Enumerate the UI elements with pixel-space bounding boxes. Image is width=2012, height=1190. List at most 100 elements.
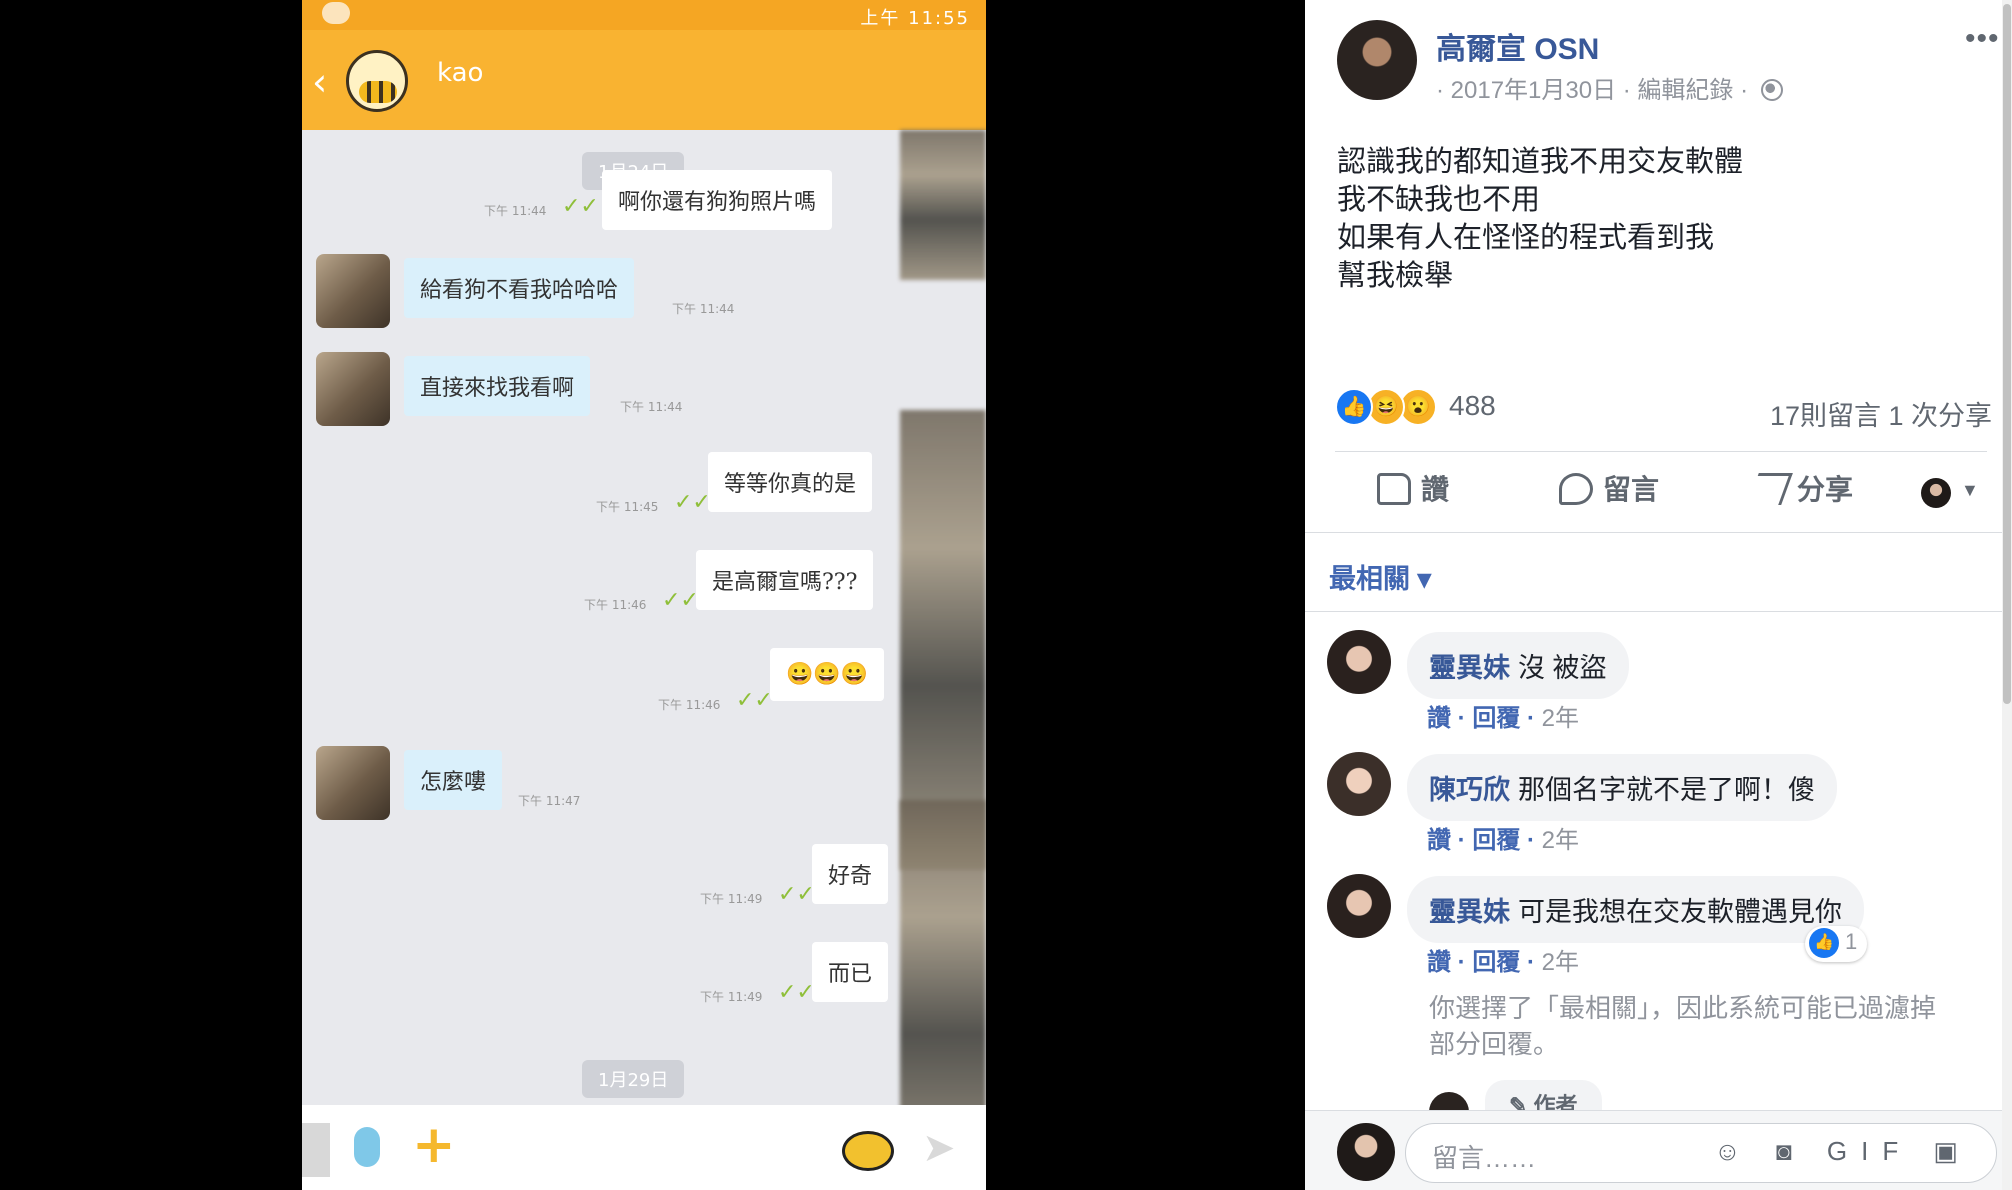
comment-share-stats[interactable]: 17則留言 1 次分享 [1770, 394, 1992, 433]
message-time: 下午 11:47 [518, 794, 581, 808]
comment-actions: 讚 · 回覆 · 2年 [1427, 705, 1580, 732]
comment-text: 可是我想在交友軟體遇見你 [1518, 897, 1842, 927]
chat-header: ‹ kao [302, 30, 986, 130]
commenter-name[interactable]: 陳巧欣 [1429, 775, 1510, 805]
comment-input[interactable]: 留言…… ☺ ◙ GIF ▣ [1405, 1123, 1997, 1183]
commenter-name[interactable]: 靈異妹 [1429, 653, 1510, 683]
chat-screenshot: 上午 11:55 ‹ kao 1月24日 啊你還有狗狗照片嗎 下午 11:44 … [302, 0, 986, 1190]
like-reaction-icon: 👍 [1809, 928, 1839, 958]
filter-notice: 你選擇了「最相關」，因此系統可能已過濾掉 部分回覆。 [1429, 990, 1936, 1062]
read-check-icon: ✓✓ [562, 194, 599, 219]
contact-avatar [316, 254, 390, 328]
commenter-avatar[interactable] [1327, 874, 1391, 938]
like-button-label: 讚 [1421, 474, 1450, 505]
composer-tools[interactable]: ☺ ◙ GIF ▣ [1714, 1136, 1972, 1167]
comment-like-count[interactable]: 👍 1 [1805, 926, 1868, 962]
chat-bubble-sent: 等等你真的是 [708, 452, 873, 512]
commenter-avatar[interactable] [1327, 752, 1391, 816]
microphone-icon [354, 1127, 380, 1167]
comment-text: 那個名字就不是了啊！傻 [1518, 775, 1815, 805]
chat-bubble-received: 直接來找我看啊 [404, 356, 591, 416]
comment-reply-link[interactable]: 回覆 [1472, 949, 1520, 976]
comment-button-label: 留言 [1603, 474, 1660, 505]
message-time: 下午 11:44 [620, 400, 683, 414]
reaction-count: 488 [1449, 390, 1496, 421]
comment-composer: 留言…… ☺ ◙ GIF ▣ [1305, 1110, 2012, 1190]
comment-actions: 讚 · 回覆 · 2年 [1427, 827, 1580, 854]
scrollbar[interactable] [2002, 0, 2012, 1190]
chevron-down-icon[interactable]: ▼ [1961, 480, 1979, 501]
filter-notice-line: 部分回覆。 [1429, 1029, 1560, 1059]
menu-handle-icon [302, 1123, 330, 1177]
comment-like-link[interactable]: 讚 [1427, 705, 1451, 732]
chat-bubble-sent: 是高爾宣嗎??? [696, 550, 874, 610]
read-check-icon: ✓✓ [778, 980, 815, 1005]
chat-bubble-received: 給看狗不看我哈哈哈 [404, 258, 635, 318]
comment-reply-link[interactable]: 回覆 [1472, 827, 1520, 854]
read-check-icon: ✓✓ [778, 882, 815, 907]
comment-bubble: 靈異妹沒 被盜 [1407, 632, 1629, 699]
more-options-icon[interactable]: ••• [1965, 22, 2000, 56]
bee-avatar-icon [346, 50, 408, 112]
comment-bubble: 靈異妹 可是我想在交友軟體遇見你 [1407, 876, 1864, 943]
comment-like-link[interactable]: 讚 [1427, 827, 1451, 854]
message-time: 下午 11:45 [596, 500, 659, 514]
comment-icon [1559, 473, 1593, 505]
commenter-avatar[interactable] [1327, 630, 1391, 694]
comment-age[interactable]: 2年 [1542, 949, 1579, 976]
chat-contact-name: kao [437, 58, 484, 88]
post-author-name[interactable]: 高爾宣 OSN [1436, 24, 1599, 68]
most-relevant-dropdown[interactable]: 最相關 ▾ [1329, 557, 1431, 596]
comment-actions: 讚 · 回覆 · 2年 [1427, 949, 1580, 976]
comment-bubble: 陳巧欣 那個名字就不是了啊！傻 [1407, 754, 1837, 821]
react-as-avatar[interactable] [1921, 478, 1951, 508]
globe-icon [1760, 79, 1783, 101]
post-text-line: 如果有人在怪怪的程式看到我 [1337, 222, 1715, 254]
chat-bubble-sent: 而已 [812, 942, 889, 1002]
comment-input-placeholder: 留言…… [1432, 1143, 1537, 1173]
chat-input-bar: + ➤ [302, 1105, 986, 1190]
message-time: 下午 11:49 [700, 990, 763, 1004]
share-button-label: 分享 [1797, 474, 1854, 505]
like-button[interactable]: 讚 [1377, 468, 1449, 508]
post-text: 認識我的都知道我不用交友軟體 我不缺我也不用 如果有人在怪怪的程式看到我 幫我檢… [1337, 143, 1743, 295]
comment-reply-link[interactable]: 回覆 [1472, 705, 1520, 732]
read-check-icon: ✓✓ [736, 688, 773, 713]
post-meta: · 2017年1月30日 · 編輯紀錄 · [1436, 70, 1783, 105]
sticker-icon [842, 1131, 894, 1171]
redacted-area [900, 130, 986, 280]
post-actions: 讚 留言 分享 ▼ [1305, 460, 2012, 520]
divider [1335, 451, 1987, 452]
message-time: 下午 11:46 [658, 698, 721, 712]
chat-bubble-received: 怎麼嘍 [404, 750, 503, 810]
like-reaction-icon: 👍 [1335, 388, 1373, 426]
chat-messages: 1月24日 啊你還有狗狗照片嗎 下午 11:44 ✓✓ 給看狗不看我哈哈哈 下午… [302, 130, 986, 1190]
read-check-icon: ✓✓ [674, 490, 711, 515]
post-text-line: 幫我檢舉 [1337, 260, 1454, 292]
photo-viewer: 上午 11:55 ‹ kao 1月24日 啊你還有狗狗照片嗎 下午 11:44 … [0, 0, 1305, 1190]
message-time: 下午 11:44 [672, 302, 735, 316]
comment-text: 沒 被盜 [1518, 653, 1607, 683]
contact-avatar [316, 746, 390, 820]
author-avatar[interactable] [1337, 20, 1417, 100]
chat-bubble-sent: 啊你還有狗狗照片嗎 [602, 170, 833, 230]
line-app-icon [322, 2, 350, 24]
read-check-icon: ✓✓ [662, 588, 699, 613]
contact-avatar [316, 352, 390, 426]
chat-bubble-sent: 好奇 [812, 844, 889, 904]
comment-like-link[interactable]: 讚 [1427, 949, 1451, 976]
commenter-name[interactable]: 靈異妹 [1429, 897, 1510, 927]
share-icon [1747, 473, 1793, 505]
comment-button[interactable]: 留言 [1559, 468, 1659, 508]
share-button[interactable]: 分享 [1747, 468, 1854, 508]
plus-icon: + [412, 1115, 456, 1175]
post-text-line: 認識我的都知道我不用交友軟體 [1337, 146, 1744, 178]
date-chip: 1月29日 [582, 1060, 685, 1098]
back-icon: ‹ [312, 60, 328, 104]
my-avatar [1337, 1123, 1395, 1181]
comment-age[interactable]: 2年 [1542, 827, 1579, 854]
message-time: 下午 11:49 [700, 892, 763, 906]
post-date[interactable]: · 2017年1月30日 · 編輯紀錄 · [1436, 77, 1748, 104]
comment-age[interactable]: 2年 [1542, 705, 1579, 732]
scrollbar-thumb[interactable] [2003, 4, 2011, 704]
